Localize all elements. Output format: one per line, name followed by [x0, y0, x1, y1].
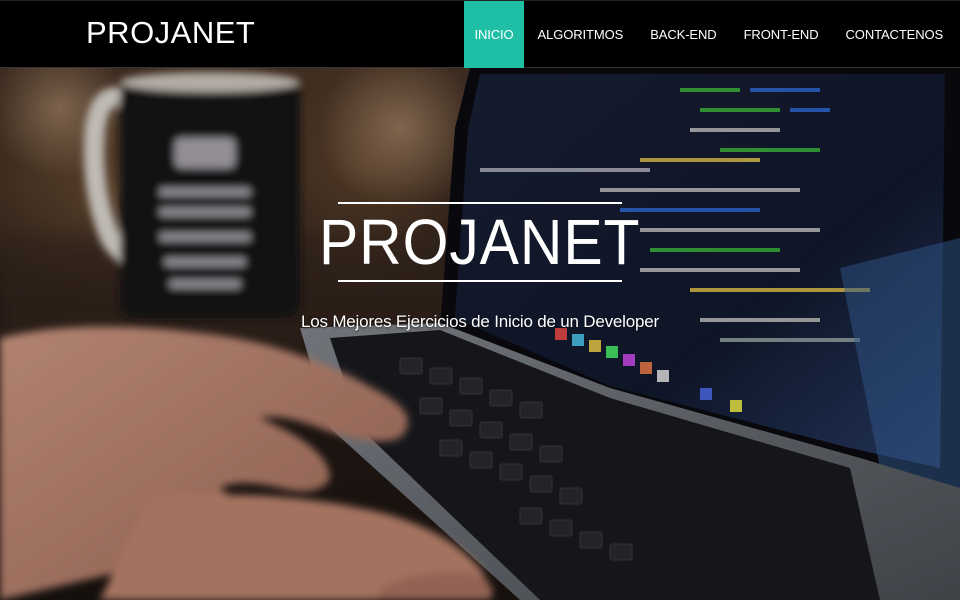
nav-item-back-end[interactable]: BACK-END	[637, 1, 730, 68]
brand-logo[interactable]: PROJANET	[86, 15, 255, 51]
hero-overlay	[0, 68, 960, 600]
nav-item-front-end[interactable]: FRONT-END	[730, 1, 832, 68]
nav-item-algoritmos[interactable]: ALGORITMOS	[524, 1, 637, 68]
nav-menu: INICIO ALGORITMOS BACK-END FRONT-END CON…	[464, 1, 957, 68]
hero-section: PROJANET Los Mejores Ejercicios de Inici…	[0, 68, 960, 600]
page: PROJANET INICIO ALGORITMOS BACK-END FRON…	[0, 0, 960, 600]
hero-title-frame: PROJANET	[319, 202, 640, 282]
navbar: PROJANET INICIO ALGORITMOS BACK-END FRON…	[0, 0, 960, 68]
nav-item-inicio[interactable]: INICIO	[464, 1, 524, 68]
nav-item-contactenos[interactable]: CONTACTENOS	[832, 1, 957, 68]
hero-subtitle: Los Mejores Ejercicios de Inicio de un D…	[301, 312, 659, 331]
hero-title: PROJANET	[319, 206, 641, 278]
